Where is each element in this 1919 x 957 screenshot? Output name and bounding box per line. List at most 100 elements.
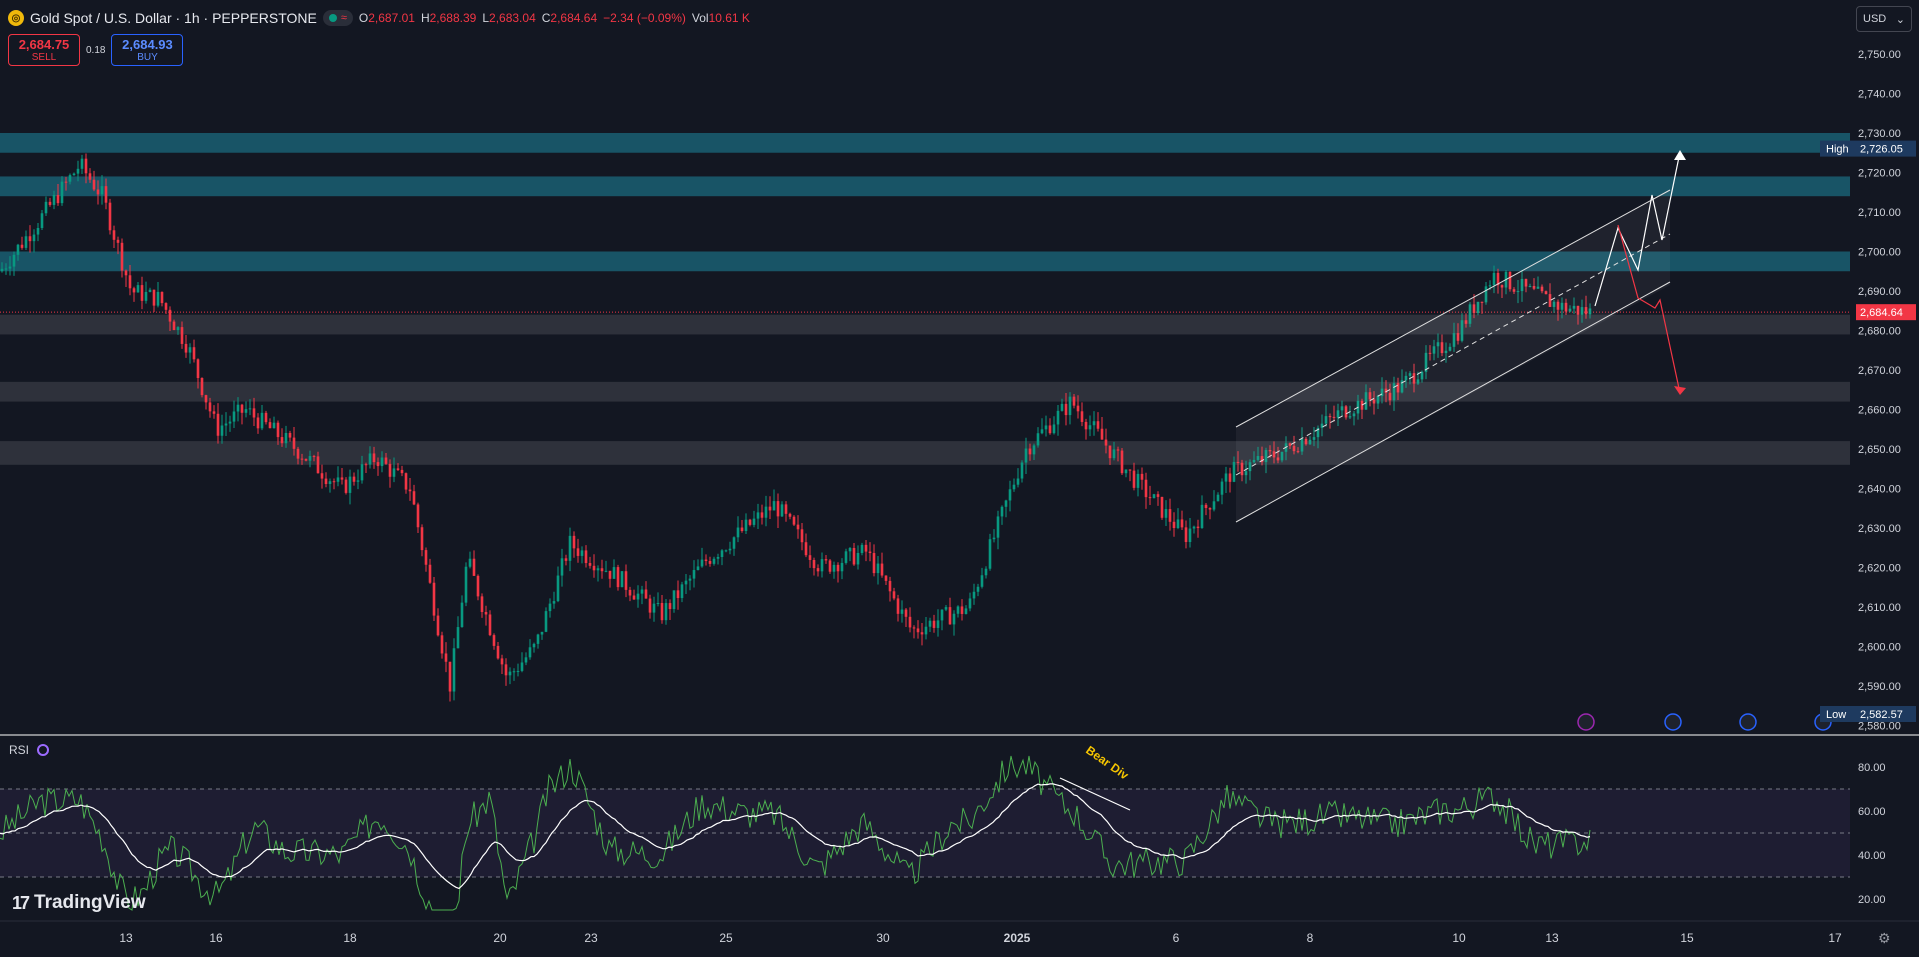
candle-body xyxy=(516,670,520,672)
market-status-pill[interactable]: ≈ xyxy=(322,10,353,26)
candle-body xyxy=(236,404,240,412)
candle-body xyxy=(284,432,288,444)
rsi-tick-label: 20.00 xyxy=(1858,894,1886,906)
candle-body xyxy=(496,645,500,659)
candle-body xyxy=(92,179,96,190)
candle-body xyxy=(448,661,452,692)
candle-body xyxy=(528,647,532,658)
tv-mark-icon: 17 xyxy=(12,892,30,913)
bear-div-annotation: Bear Div xyxy=(1083,743,1131,783)
candle-body xyxy=(364,464,368,466)
candle-body xyxy=(160,291,164,304)
candle-body xyxy=(88,173,92,180)
candle-body xyxy=(240,404,244,413)
rsi-legend[interactable]: RSI xyxy=(9,743,50,757)
candle-body xyxy=(348,476,352,493)
currency-select[interactable]: USD ⌄ xyxy=(1856,6,1912,32)
candle-body xyxy=(992,537,996,540)
candle-body xyxy=(728,548,732,551)
buy-button[interactable]: 2,684.93 BUY xyxy=(111,34,184,66)
candle-body xyxy=(136,285,140,293)
candle-body xyxy=(108,202,112,231)
price-tick-label: 2,630.00 xyxy=(1858,523,1901,535)
candle-body xyxy=(552,601,556,604)
us-flag-icon[interactable] xyxy=(1739,713,1757,731)
sell-button[interactable]: 2,684.75 SELL xyxy=(8,34,80,66)
candle-body xyxy=(804,542,808,556)
candle-body xyxy=(816,568,820,572)
candle-body xyxy=(764,506,768,518)
price-chart[interactable]: Bear Div 2,750.00 2,740.00 2,730.00 2,720.0… xyxy=(0,0,1919,957)
candle-body xyxy=(700,559,704,567)
candle-body xyxy=(352,476,356,482)
candle-body xyxy=(1036,433,1040,446)
candle-body xyxy=(600,568,604,572)
price-tick-label: 2,670.00 xyxy=(1858,365,1901,377)
candle-body xyxy=(1160,496,1164,518)
candle-body xyxy=(568,535,572,561)
candle-body xyxy=(592,565,596,571)
candle-body xyxy=(180,327,184,344)
candle-body xyxy=(400,469,404,474)
candle-body xyxy=(28,236,32,242)
candle-body xyxy=(736,527,740,538)
candle-body xyxy=(252,408,256,418)
candle-body xyxy=(588,563,592,566)
candle-body xyxy=(1096,421,1100,429)
low-value: 2,582.57 xyxy=(1860,709,1903,721)
event-lightning-icon[interactable] xyxy=(1577,713,1595,731)
candle-body xyxy=(68,175,72,182)
candle-body xyxy=(420,527,424,551)
candle-body xyxy=(1172,521,1176,529)
candle-body xyxy=(32,234,36,242)
candle-body xyxy=(292,437,296,449)
candle-body xyxy=(1100,428,1104,440)
candle-body xyxy=(1492,272,1496,286)
tradingview-logo[interactable]: 17 TradingView xyxy=(12,892,146,914)
candle-body xyxy=(456,627,460,649)
candle-body xyxy=(120,242,124,271)
candle-body xyxy=(1148,497,1152,499)
candle-body xyxy=(72,173,76,176)
gear-icon[interactable]: ⚙ xyxy=(1878,930,1891,947)
candle-body xyxy=(836,564,840,572)
candle-body xyxy=(152,289,156,306)
candle-body xyxy=(492,635,496,646)
candle-body xyxy=(840,562,844,572)
candle-body xyxy=(708,561,712,564)
price-tick-label: 2,660.00 xyxy=(1858,405,1901,417)
chevron-down-icon: ⌄ xyxy=(1895,13,1905,26)
symbol-title[interactable]: Gold Spot / U.S. Dollar · 1h · PEPPERSTO… xyxy=(30,10,317,26)
candle-body xyxy=(1192,526,1196,529)
candle-body xyxy=(296,448,300,459)
channel-fill xyxy=(1236,190,1670,522)
price-tick-label: 2,620.00 xyxy=(1858,563,1901,575)
candle-body xyxy=(684,580,688,585)
price-tick-label: 2,690.00 xyxy=(1858,286,1901,298)
candle-body xyxy=(748,519,752,525)
candle-body xyxy=(144,291,148,301)
gold-coin-icon[interactable]: ◎ xyxy=(8,10,24,26)
candle-body xyxy=(380,457,384,467)
candle-body xyxy=(164,303,168,310)
candle-body xyxy=(916,628,920,633)
candle-body xyxy=(356,480,360,482)
candle-body xyxy=(640,589,644,594)
candle-body xyxy=(216,413,220,436)
candle-body xyxy=(524,657,528,663)
candle-body xyxy=(800,529,804,543)
candle-body xyxy=(612,567,616,579)
candle-body xyxy=(1184,527,1188,543)
candle-body xyxy=(76,168,80,174)
candle-body xyxy=(820,559,824,572)
candle-body xyxy=(956,606,960,614)
candle-body xyxy=(1224,473,1228,482)
candle-body xyxy=(772,501,776,511)
candle-body xyxy=(172,321,176,331)
candle-body xyxy=(876,563,880,574)
candle-body xyxy=(1072,396,1076,406)
candle-body xyxy=(812,559,816,569)
us-flag-icon[interactable] xyxy=(1664,713,1682,731)
candle-body xyxy=(184,343,188,353)
candle-body xyxy=(696,566,700,571)
